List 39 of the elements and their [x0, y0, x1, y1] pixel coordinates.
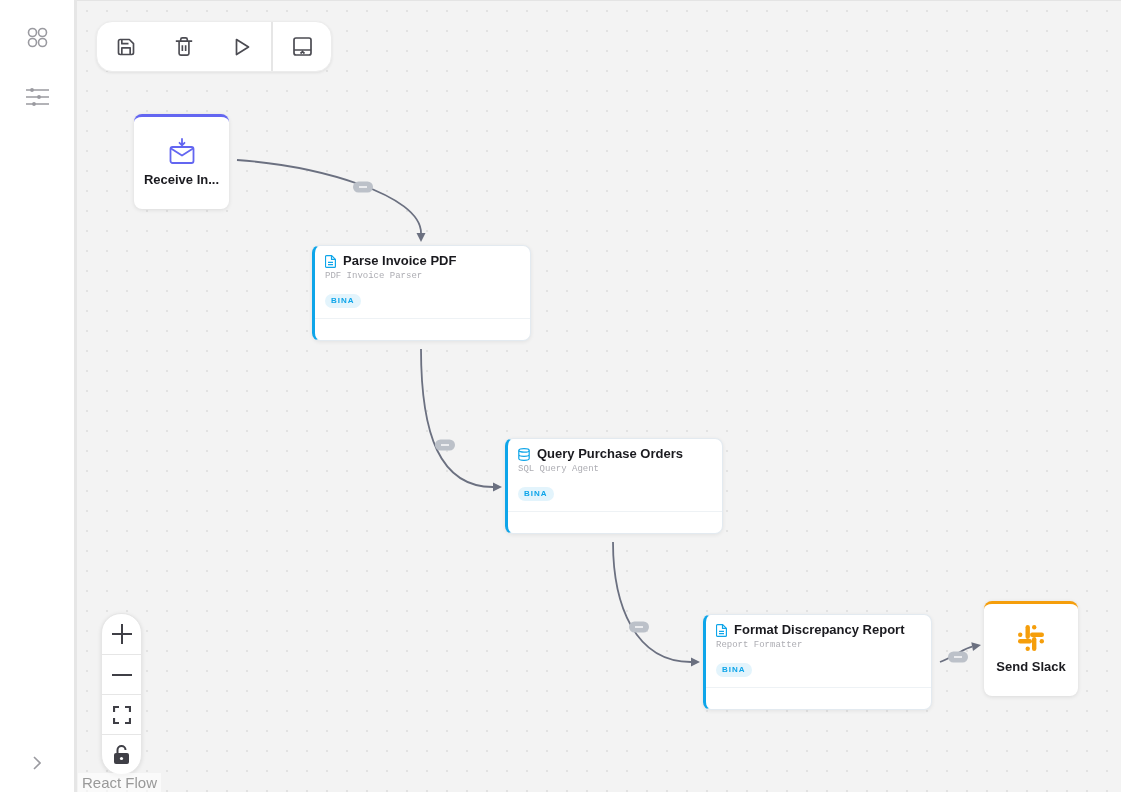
chevron-right-icon[interactable] [33, 756, 41, 770]
bottom-panel-icon [292, 37, 312, 56]
node-label: Send Slack [996, 660, 1066, 674]
unlocked-padlock-icon [114, 745, 129, 764]
node-label: Receive In... [143, 173, 220, 187]
document-icon [325, 254, 336, 268]
arrow-connector[interactable] [612, 541, 700, 667]
node-title: Format Discrepancy Report [734, 623, 905, 637]
document-icon [716, 623, 727, 637]
type-tag: BINA [325, 294, 361, 308]
database-icon [518, 447, 530, 461]
flow-node-card[interactable]: Query Purchase Orders SQL Query Agent BINA [505, 438, 723, 534]
hash-logo-icon [1018, 625, 1044, 651]
play-icon [234, 37, 250, 56]
circles-grid-icon[interactable] [26, 27, 48, 48]
type-tag: BINA [716, 663, 752, 677]
trash-icon [175, 37, 193, 56]
sliders-icon[interactable] [25, 88, 49, 106]
plus-icon [111, 624, 132, 644]
flow-node-card[interactable]: Parse Invoice PDF PDF Invoice Parser BINA [312, 245, 531, 341]
node-title: Query Purchase Orders [537, 447, 683, 461]
node-subtitle: SQL Query Agent [518, 463, 599, 475]
arrow-connector[interactable] [939, 642, 981, 663]
type-tag: BINA [518, 487, 554, 501]
arrow-connector[interactable] [236, 159, 426, 242]
flow-node[interactable]: Send Slack [984, 601, 1078, 696]
envelope-download-icon [168, 138, 195, 164]
node-subtitle: PDF Invoice Parser [325, 270, 423, 282]
fit-view-icon [112, 705, 131, 724]
node-subtitle: Report Formatter [716, 639, 803, 651]
save-icon [116, 36, 136, 57]
minus-pill-icon[interactable] [353, 181, 373, 193]
flow-node[interactable]: Receive In... [134, 114, 229, 209]
minus-icon [111, 673, 132, 676]
node-title: Parse Invoice PDF [343, 254, 457, 268]
minus-pill-icon[interactable] [629, 621, 649, 633]
minus-pill-icon[interactable] [435, 439, 455, 451]
arrow-connector[interactable] [420, 348, 502, 492]
flow-node-card[interactable]: Format Discrepancy Report Report Formatter BINA [703, 614, 932, 710]
